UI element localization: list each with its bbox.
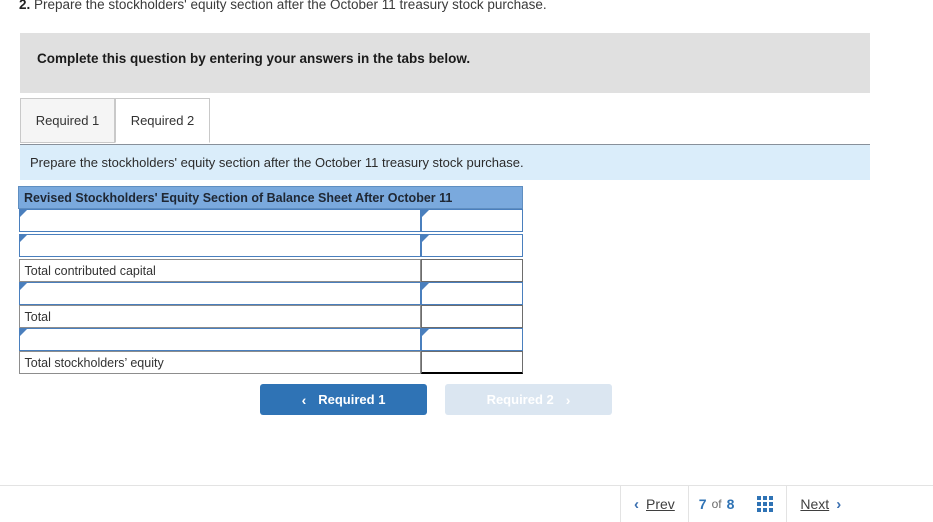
pager-count: 7 of 8 bbox=[689, 486, 745, 522]
pager-grid-button[interactable] bbox=[744, 486, 786, 522]
worksheet-row-1-label-input[interactable] bbox=[21, 210, 418, 229]
required-1-button[interactable]: ‹ Required 1 bbox=[260, 384, 427, 415]
sub-instruction-text: Prepare the stockholders' equity section… bbox=[30, 155, 524, 170]
worksheet-row-6-label-input-cell[interactable] bbox=[18, 328, 421, 351]
tab-required-1[interactable]: Required 1 bbox=[20, 98, 115, 143]
tab-strip: Required 1 Required 2 bbox=[20, 98, 870, 144]
total-label: Total bbox=[18, 305, 421, 328]
worksheet-row-3-label-cell: Total contributed capital bbox=[18, 259, 421, 282]
worksheet-row-5-value-cell bbox=[420, 305, 523, 328]
table-row bbox=[18, 234, 523, 257]
total-contributed-capital-value bbox=[420, 259, 523, 282]
tab-required-2[interactable]: Required 2 bbox=[115, 98, 210, 143]
worksheet-row-1-value-input[interactable] bbox=[423, 210, 520, 229]
table-row bbox=[18, 328, 523, 351]
worksheet-header-row: Revised Stockholders' Equity Section of … bbox=[17, 186, 524, 209]
worksheet-row-4-value-input[interactable] bbox=[423, 283, 520, 302]
chevron-right-icon: › bbox=[565, 391, 571, 408]
worksheet-row-2-value-input[interactable] bbox=[423, 235, 520, 254]
pager-next-label: Next bbox=[800, 496, 830, 512]
question-prompt: 2. Prepare the stockholders' equity sect… bbox=[19, 0, 899, 14]
worksheet-row-1-value-cell bbox=[420, 209, 523, 232]
table-row: Total bbox=[18, 305, 523, 328]
total-stockholders-equity-label: Total stockholders’ equity bbox=[18, 351, 421, 374]
worksheet-row-2-value-input-cell[interactable] bbox=[420, 234, 523, 257]
worksheet-row-5-label-cell: Total bbox=[18, 305, 421, 328]
required-navigation: ‹ Required 1 Required 2 › bbox=[260, 384, 612, 415]
chevron-left-icon: ‹ bbox=[301, 391, 307, 408]
pager-current-page: 7 bbox=[698, 496, 707, 512]
chevron-left-icon: ‹ bbox=[634, 495, 639, 513]
worksheet-row-6-value-cell bbox=[420, 328, 523, 351]
question-number: 2. bbox=[19, 0, 31, 12]
worksheet-row-4-value-cell bbox=[420, 282, 523, 305]
grid-3x3-icon[interactable] bbox=[757, 496, 774, 512]
worksheet-row-1-value-input-cell[interactable] bbox=[420, 209, 523, 232]
required-2-button[interactable]: Required 2 › bbox=[445, 384, 612, 415]
required-2-button-label: Required 2 bbox=[486, 392, 554, 407]
worksheet-row-2-label-input[interactable] bbox=[21, 235, 418, 254]
total-stockholders-equity-value bbox=[420, 351, 523, 374]
worksheet-row-4-label-input[interactable] bbox=[21, 283, 418, 302]
worksheet-title: Revised Stockholders' Equity Section of … bbox=[17, 186, 524, 209]
instruction-banner: Complete this question by entering your … bbox=[20, 33, 870, 93]
question-text: Prepare the stockholders' equity section… bbox=[34, 0, 547, 12]
worksheet-row-6-label-cell bbox=[18, 328, 421, 351]
pager-total-pages: 8 bbox=[726, 496, 735, 512]
tab-required-2-label: Required 2 bbox=[130, 113, 195, 128]
worksheet-row-1-label-cell bbox=[18, 209, 421, 232]
table-row: Total contributed capital bbox=[18, 259, 523, 282]
chevron-right-icon: › bbox=[836, 495, 842, 513]
table-row bbox=[18, 282, 523, 305]
sub-instruction-bar: Prepare the stockholders' equity section… bbox=[20, 144, 870, 180]
worksheet-row-6-value-input[interactable] bbox=[423, 329, 520, 348]
worksheet-row-3-value-cell bbox=[420, 259, 523, 282]
instruction-banner-text: Complete this question by entering your … bbox=[37, 51, 471, 66]
worksheet-row-1-label-input-cell[interactable] bbox=[18, 209, 421, 232]
tab-required-1-label: Required 1 bbox=[35, 113, 100, 128]
pager-of-word: of bbox=[711, 497, 722, 511]
table-row: Total stockholders’ equity bbox=[18, 351, 523, 374]
pager: ‹ Prev 7 of 8 Next › bbox=[620, 486, 854, 522]
total-value bbox=[420, 305, 523, 328]
total-contributed-capital-label: Total contributed capital bbox=[18, 259, 421, 282]
worksheet-row-4-value-input-cell[interactable] bbox=[420, 282, 523, 305]
table-row bbox=[18, 209, 523, 232]
worksheet-row-2-value-cell bbox=[420, 234, 523, 257]
worksheet-row-2-label-cell bbox=[18, 234, 421, 257]
pager-prev-button[interactable]: ‹ Prev bbox=[621, 486, 688, 522]
worksheet-row-4-label-input-cell[interactable] bbox=[18, 282, 421, 305]
worksheet-row-7-value-cell bbox=[420, 351, 523, 374]
worksheet-row-6-label-input[interactable] bbox=[21, 329, 418, 348]
worksheet-row-7-label-cell: Total stockholders’ equity bbox=[18, 351, 421, 374]
pager-next-button[interactable]: Next › bbox=[787, 486, 854, 522]
stockholders-equity-worksheet: Revised Stockholders' Equity Section of … bbox=[17, 186, 524, 374]
required-1-button-label: Required 1 bbox=[318, 392, 386, 407]
pager-prev-label: Prev bbox=[646, 496, 675, 512]
worksheet-row-2-label-input-cell[interactable] bbox=[18, 234, 421, 257]
worksheet-row-4-label-cell bbox=[18, 282, 421, 305]
worksheet-row-6-value-input-cell[interactable] bbox=[420, 328, 523, 351]
question-page: 2. Prepare the stockholders' equity sect… bbox=[0, 0, 933, 522]
